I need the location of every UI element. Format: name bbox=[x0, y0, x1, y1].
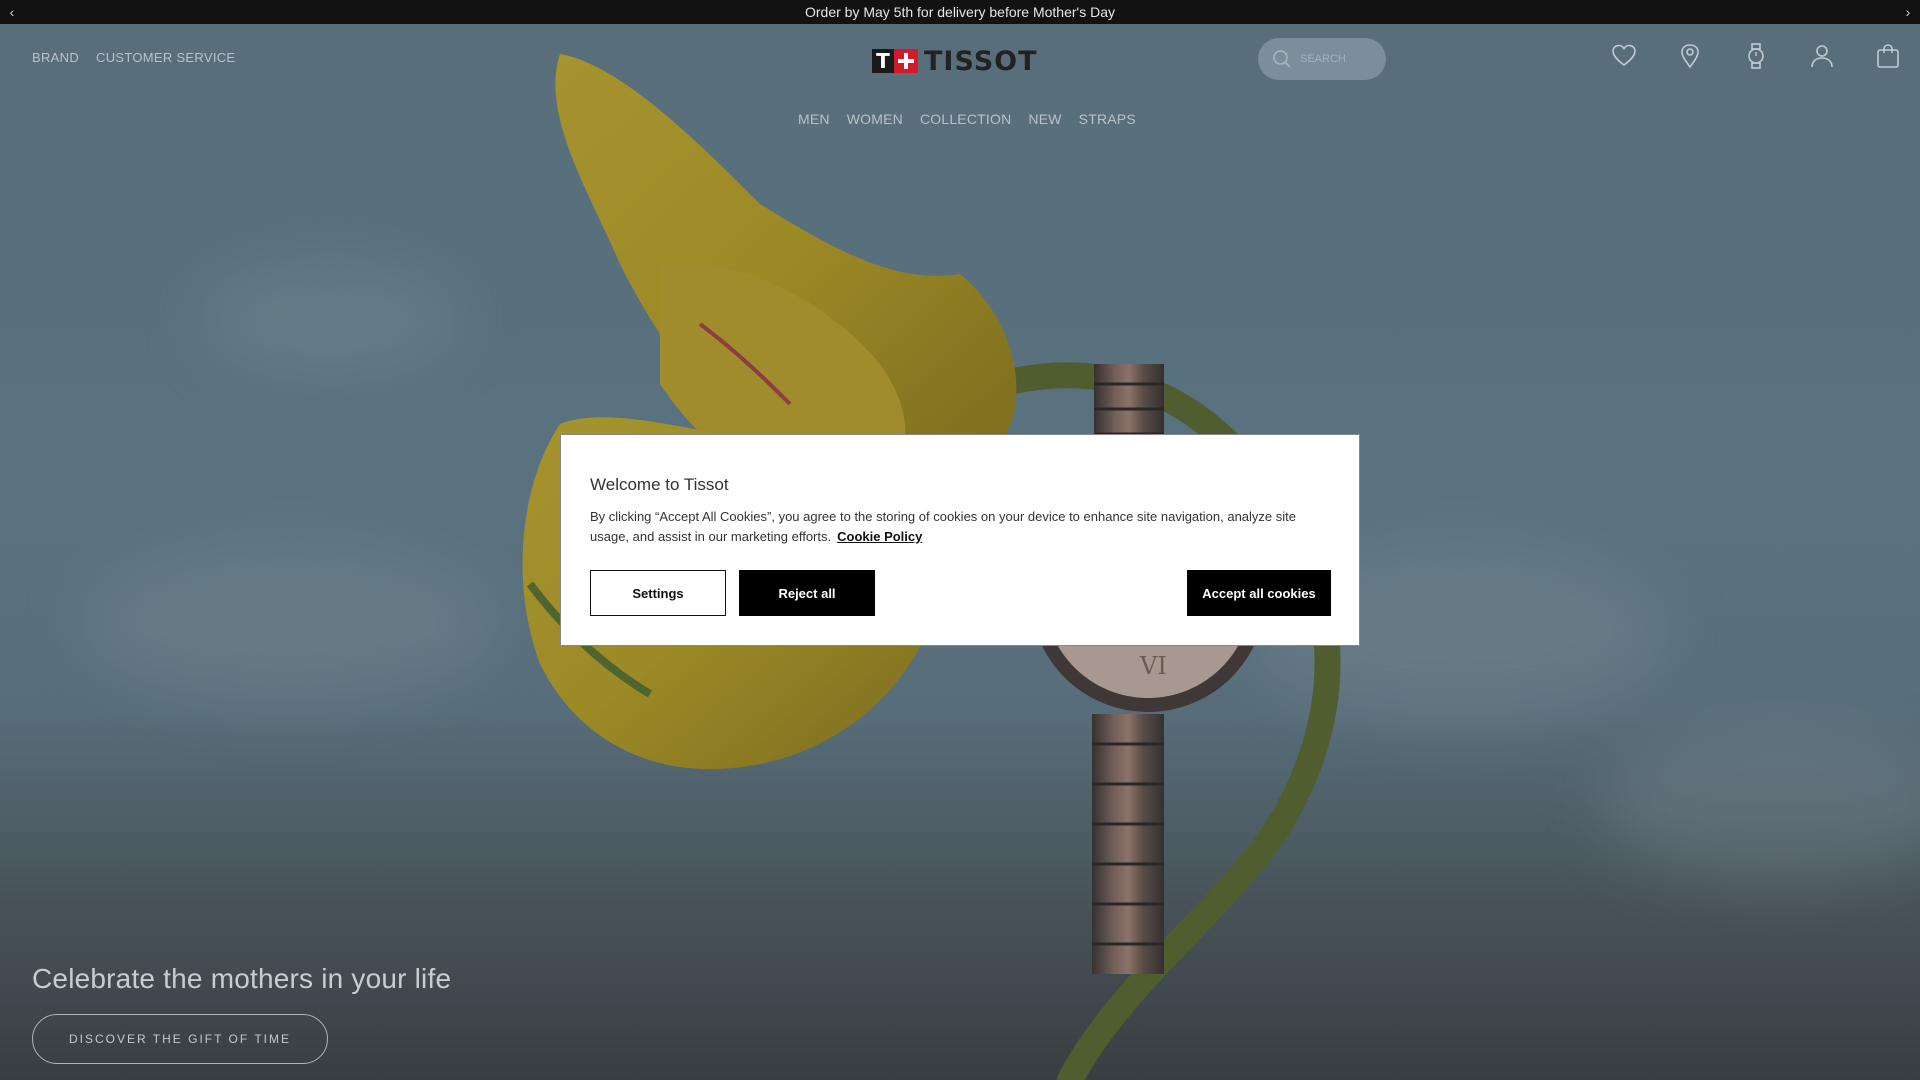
cookie-dialog-text: By clicking “Accept All Cookies”, you ag… bbox=[590, 507, 1330, 547]
cookie-dialog-body: By clicking “Accept All Cookies”, you ag… bbox=[590, 509, 1296, 544]
main-nav: MEN WOMEN COLLECTION NEW STRAPS bbox=[798, 111, 1136, 127]
search-box[interactable] bbox=[1258, 38, 1386, 80]
announcement-bar: ‹ Order by May 5th for delivery before M… bbox=[0, 0, 1920, 24]
nav-new[interactable]: NEW bbox=[1028, 111, 1061, 127]
header-icons bbox=[1610, 42, 1902, 70]
logo-wordmark: TISSOT bbox=[924, 45, 1038, 77]
chevron-right-icon[interactable]: › bbox=[1896, 0, 1920, 24]
cookie-settings-button[interactable]: Settings bbox=[590, 570, 726, 616]
nav-men[interactable]: MEN bbox=[798, 111, 830, 127]
discover-gift-button[interactable]: DISCOVER THE GIFT OF TIME bbox=[32, 1014, 328, 1064]
accept-all-cookies-button[interactable]: Accept all cookies bbox=[1187, 570, 1331, 616]
nav-women[interactable]: WOMEN bbox=[847, 111, 903, 127]
heart-icon[interactable] bbox=[1610, 42, 1638, 70]
bag-icon[interactable] bbox=[1874, 42, 1902, 70]
search-icon bbox=[1273, 50, 1291, 68]
announcement-text[interactable]: Order by May 5th for delivery before Mot… bbox=[805, 4, 1115, 20]
search-input[interactable] bbox=[1300, 53, 1380, 65]
logo-mark-icon: T bbox=[872, 49, 918, 73]
cookie-dialog-title: Welcome to Tissot bbox=[590, 475, 729, 494]
user-icon[interactable] bbox=[1808, 42, 1836, 70]
location-pin-icon[interactable] bbox=[1676, 42, 1704, 70]
tissot-logo[interactable]: T TISSOT bbox=[872, 45, 1038, 77]
hero-title: Celebrate the mothers in your life bbox=[32, 963, 452, 994]
chevron-left-icon[interactable]: ‹ bbox=[0, 0, 24, 24]
nav-customer-service-link[interactable]: CUSTOMER SERVICE bbox=[96, 50, 235, 65]
reject-all-button[interactable]: Reject all bbox=[739, 570, 875, 616]
nav-collection[interactable]: COLLECTION bbox=[920, 111, 1011, 127]
nav-brand-link[interactable]: BRAND bbox=[32, 50, 79, 65]
watch-icon[interactable] bbox=[1742, 42, 1770, 70]
cookie-consent-dialog: Welcome to Tissot By clicking “Accept Al… bbox=[560, 434, 1360, 646]
nav-straps[interactable]: STRAPS bbox=[1079, 111, 1136, 127]
cookie-policy-link[interactable]: Cookie Policy bbox=[837, 529, 922, 544]
